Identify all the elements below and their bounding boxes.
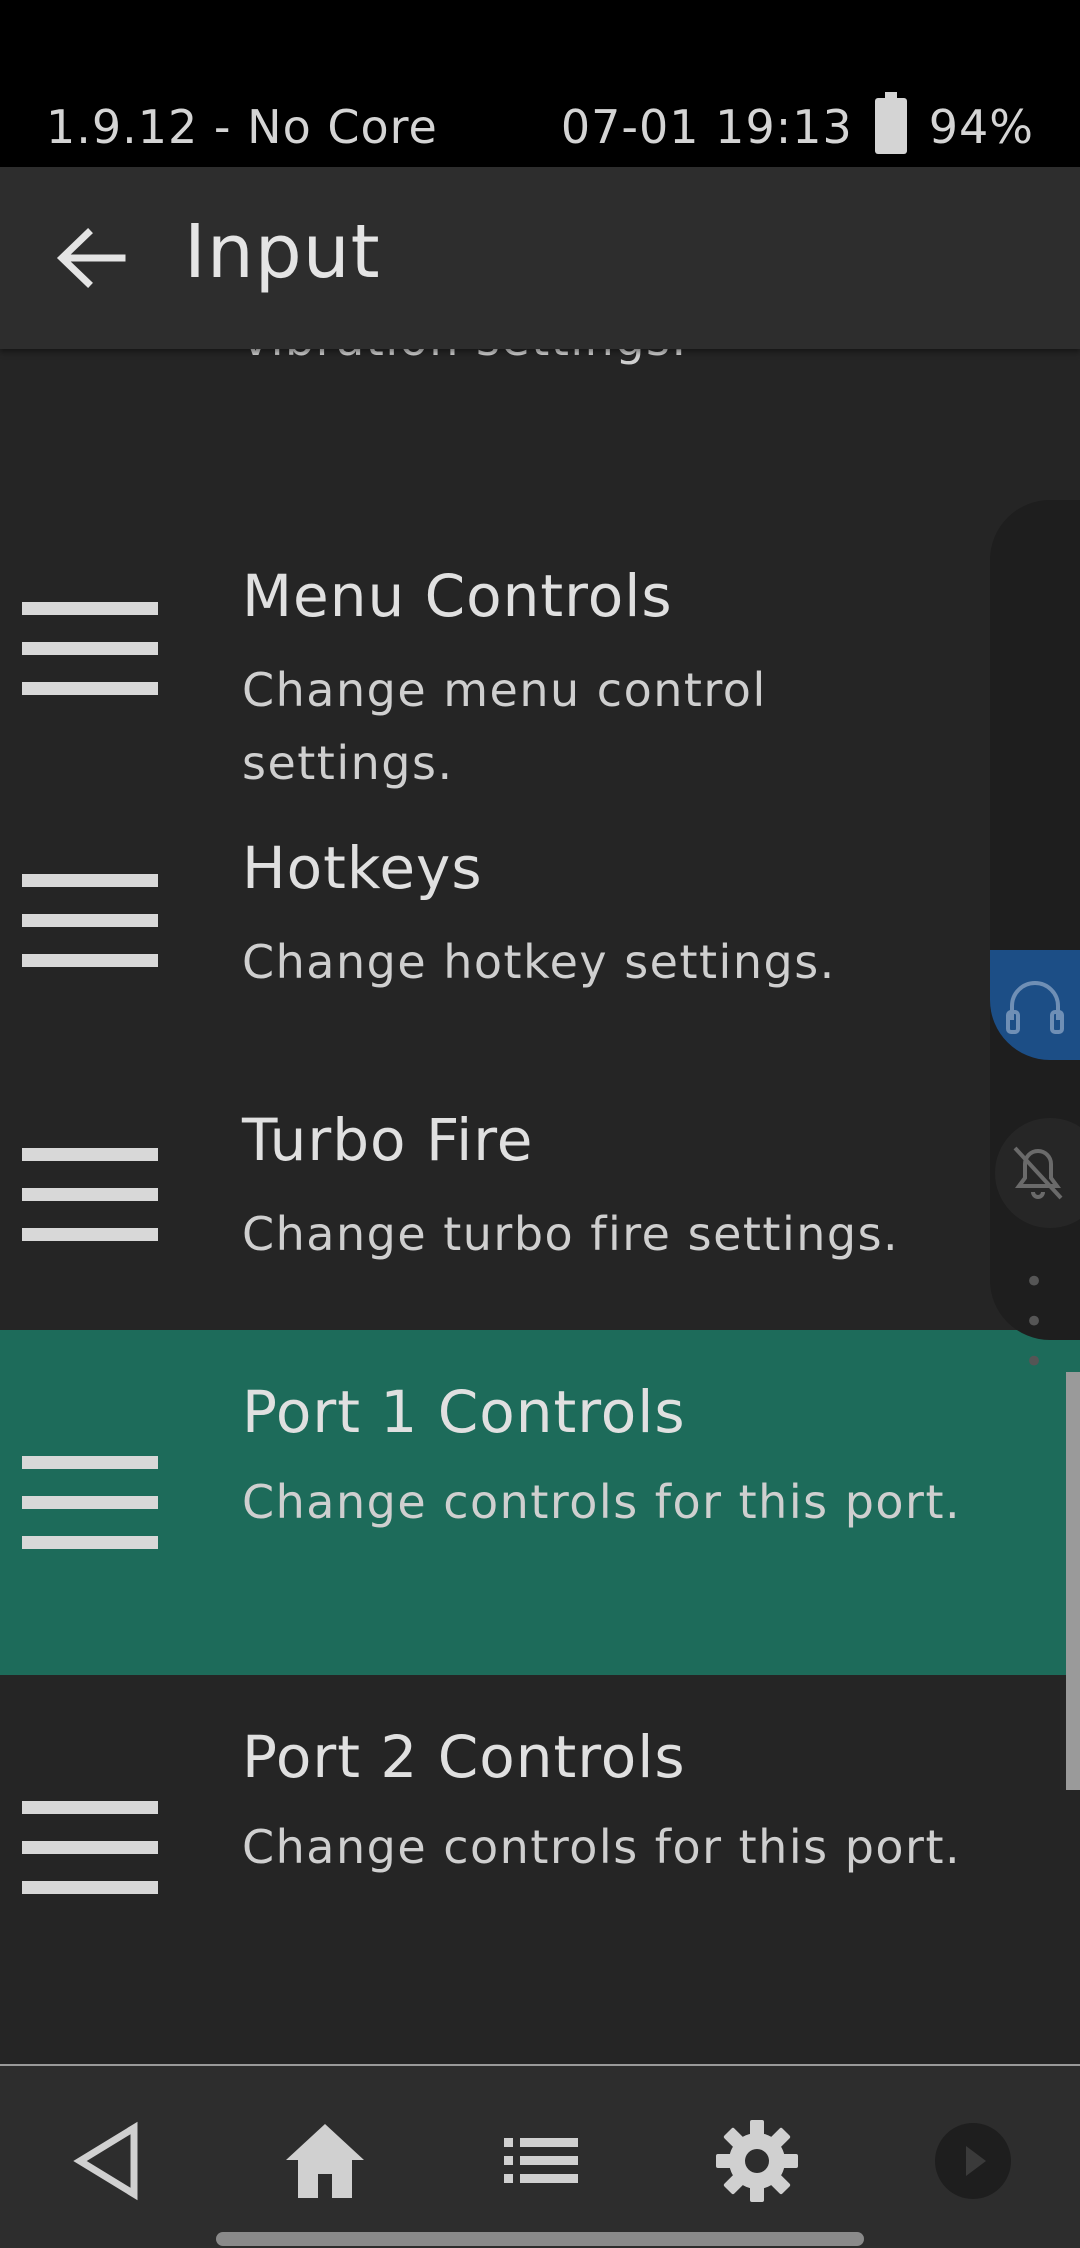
status-time: 07-01 19:13 [560, 100, 853, 154]
item-subtitle: Change menu control settings. [242, 663, 767, 790]
bottom-nav-bar [0, 2064, 1080, 2248]
item-subtitle: Change haptic feedback and vibration set… [242, 349, 982, 376]
headset-icon[interactable] [990, 950, 1080, 1060]
item-subtitle: Change controls for this port. [242, 1475, 962, 1529]
battery-level: 94% [928, 100, 1034, 154]
more-dots-icon[interactable]: • • • [1024, 1262, 1080, 1382]
scrollbar[interactable] [1066, 1372, 1080, 1790]
item-title: Menu Controls [242, 562, 673, 630]
back-triangle-icon[interactable] [64, 2116, 154, 2206]
status-bar: 1.9.12 - No Core 07-01 19:13 94% [0, 0, 1080, 167]
home-icon[interactable] [280, 2116, 370, 2206]
menu-lines-icon [22, 1456, 158, 1550]
settings-list[interactable]: Change haptic feedback and vibration set… [0, 349, 1080, 2064]
menu-lines-icon [22, 1148, 158, 1242]
item-subtitle: Change turbo fire settings. [242, 1207, 900, 1261]
status-core-info: 1.9.12 - No Core [46, 100, 438, 154]
list-item-vibration[interactable]: Change haptic feedback and vibration set… [0, 349, 1080, 472]
battery-icon [874, 92, 907, 154]
bell-off-icon[interactable] [995, 1118, 1080, 1228]
list-item-menu-controls[interactable]: Menu Controls Change menu control settin… [0, 528, 1080, 800]
item-title: Port 1 Controls [242, 1378, 686, 1446]
menu-lines-icon [22, 1801, 158, 1895]
item-subtitle: Change hotkey settings. [242, 935, 836, 989]
title-bar: Input [0, 167, 1080, 349]
bell-off-icon-svg [1013, 1146, 1063, 1200]
item-title: Hotkeys [242, 834, 483, 902]
list-item-turbo-fire[interactable]: Turbo Fire Change turbo fire settings. [0, 1072, 1080, 1330]
settings-gear-icon[interactable] [712, 2116, 802, 2206]
headset-icon-svg [1006, 981, 1064, 1034]
page-title: Input [184, 209, 381, 295]
item-title: Port 2 Controls [242, 1723, 686, 1791]
menu-lines-icon [22, 602, 158, 696]
list-icon[interactable] [496, 2116, 586, 2206]
item-title: Turbo Fire [242, 1106, 534, 1174]
list-item-port-1-controls[interactable]: Port 1 Controls Change controls for this… [0, 1330, 1080, 1675]
item-subtitle: Change controls for this port. [242, 1820, 962, 1874]
arrow-left-icon[interactable] [50, 217, 132, 299]
play-icon[interactable] [928, 2116, 1018, 2206]
status-right-group: 07-01 19:13 94% [560, 92, 1034, 154]
list-item-port-2-controls[interactable]: Port 2 Controls Change controls for this… [0, 1675, 1080, 2020]
menu-lines-icon [22, 874, 158, 968]
home-indicator[interactable] [216, 2232, 864, 2246]
list-item-hotkeys[interactable]: Hotkeys Change hotkey settings. [0, 800, 1080, 1072]
